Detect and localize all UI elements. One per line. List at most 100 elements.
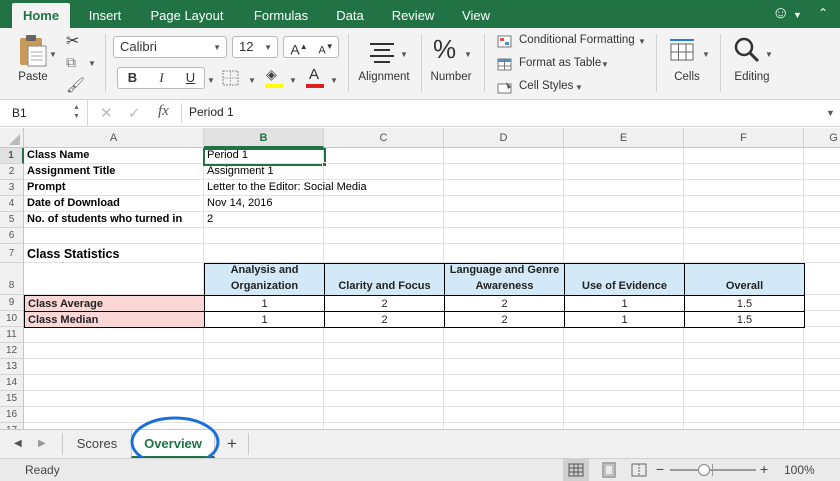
tab-review[interactable]: Review [382, 3, 444, 28]
cell-a7-class-statistics[interactable]: Class Statistics [24, 245, 204, 263]
font-color-button[interactable]: A [304, 66, 326, 90]
row-header[interactable]: 16 [0, 407, 24, 423]
cell-a10-class-median[interactable]: Class Median [24, 311, 205, 328]
page-break-view-button[interactable] [626, 459, 652, 481]
stats-header-overall[interactable]: Overall [684, 263, 805, 296]
formula-input[interactable]: Period 1 [182, 100, 822, 126]
tab-data[interactable]: Data [328, 3, 372, 28]
collapse-ribbon-icon[interactable]: ⌃ [818, 6, 828, 20]
column-header-b[interactable]: B [204, 128, 324, 148]
column-header-e[interactable]: E [564, 128, 684, 148]
scroll-right-arrow-icon[interactable]: ▶ [38, 438, 46, 449]
stats-header-evidence[interactable]: Use of Evidence [564, 263, 685, 296]
column-header-d[interactable]: D [444, 128, 564, 148]
column-header-c[interactable]: C [324, 128, 444, 148]
stats-header-analysis[interactable]: Analysis and Organization [204, 263, 325, 296]
tab-page-layout[interactable]: Page Layout [140, 3, 234, 28]
number-dropdown-icon[interactable]: ▼ [464, 50, 472, 59]
conditional-formatting-button[interactable]: Conditional Formatting ▼ [497, 33, 647, 51]
tab-formulas[interactable]: Formulas [244, 3, 318, 28]
cell-b4[interactable]: Nov 14, 2016 [204, 197, 324, 212]
shrink-font-button[interactable]: A▼ [313, 37, 339, 61]
tab-home[interactable]: Home [12, 3, 70, 28]
row-header[interactable]: 13 [0, 359, 24, 375]
grow-font-button[interactable]: A▲ [286, 37, 312, 60]
cell-b5[interactable]: 2 [204, 213, 324, 228]
insert-function-fx-icon[interactable]: fx [158, 103, 169, 120]
cell-a4[interactable]: Date of Download [24, 197, 204, 212]
borders-button[interactable] [220, 68, 244, 88]
font-name-select[interactable]: Calibri ▼ [113, 36, 227, 58]
table-cell[interactable]: 1 [204, 295, 325, 312]
cell-a9-class-average[interactable]: Class Average [24, 295, 205, 312]
percent-icon[interactable]: % [433, 34, 456, 65]
bold-button[interactable]: B [118, 68, 147, 88]
editing-button[interactable] [732, 36, 762, 64]
cell-a1[interactable]: Class Name [24, 149, 204, 164]
row-header[interactable]: 12 [0, 343, 24, 359]
zoom-in-button[interactable]: + [760, 461, 768, 477]
worksheet-grid[interactable]: A B C D E F G 1 2 3 4 5 6 7 8 9 10 11 12… [0, 128, 840, 429]
alignment-dropdown-icon[interactable]: ▼ [400, 50, 408, 59]
cell-a3[interactable]: Prompt [24, 181, 204, 196]
copy-icon[interactable]: ⧉ [66, 54, 76, 71]
row-header[interactable]: 6 [0, 228, 24, 244]
row-header[interactable]: 5 [0, 212, 24, 228]
table-cell[interactable]: 2 [324, 295, 445, 312]
zoom-level[interactable]: 100% [784, 463, 815, 477]
cell-a2[interactable]: Assignment Title [24, 165, 204, 180]
table-cell[interactable]: 2 [324, 311, 445, 328]
editing-dropdown-icon[interactable]: ▼ [765, 50, 773, 59]
row-header[interactable]: 3 [0, 180, 24, 196]
cell-styles-button[interactable]: Cell Styles ▼ [497, 79, 647, 97]
scroll-left-arrow-icon[interactable]: ◀ [14, 438, 22, 449]
font-color-dropdown-icon[interactable]: ▼ [330, 76, 338, 85]
row-header[interactable]: 11 [0, 327, 24, 343]
row-header[interactable]: 4 [0, 196, 24, 212]
cells-dropdown-icon[interactable]: ▼ [702, 50, 710, 59]
zoom-out-button[interactable]: − [656, 461, 664, 477]
column-header-a[interactable]: A [24, 128, 204, 148]
font-size-select[interactable]: 12 ▼ [232, 36, 278, 58]
chevron-down-icon[interactable]: ▼ [793, 10, 802, 20]
column-header-f[interactable]: F [684, 128, 804, 148]
cell-b3[interactable]: Letter to the Editor: Social Media [204, 181, 444, 196]
cut-scissors-icon[interactable]: ✂ [66, 31, 79, 51]
fill-color-dropdown-icon[interactable]: ▼ [289, 76, 297, 85]
row-header[interactable]: 14 [0, 375, 24, 391]
copy-dropdown-icon[interactable]: ▼ [88, 59, 96, 68]
format-painter-brush-icon[interactable]: 🖌 [66, 76, 85, 94]
cells-button[interactable] [668, 36, 698, 62]
column-header-g[interactable]: G [804, 128, 840, 148]
cell-b2[interactable]: Assignment 1 [204, 165, 324, 180]
underline-dropdown-icon[interactable]: ▼ [207, 76, 215, 85]
paste-dropdown-icon[interactable]: ▼ [49, 50, 57, 59]
table-cell[interactable]: 2 [444, 311, 565, 328]
row-header[interactable]: 15 [0, 391, 24, 407]
select-all-corner[interactable] [0, 128, 24, 148]
fill-handle[interactable] [322, 162, 327, 167]
row-header[interactable]: 9 [0, 295, 24, 311]
row-header[interactable]: 10 [0, 311, 24, 327]
tab-view[interactable]: View [454, 3, 498, 28]
italic-button[interactable]: I [147, 68, 176, 88]
sheet-tab-scores[interactable]: Scores [64, 430, 130, 458]
zoom-slider-thumb[interactable] [698, 464, 711, 476]
table-cell[interactable]: 1.5 [684, 311, 805, 328]
smiley-feedback-icon[interactable]: ☺ [772, 3, 789, 23]
format-as-table-button[interactable]: Format as Table ▼ [497, 56, 647, 74]
stats-header-language[interactable]: Language and Genre Awareness [444, 263, 565, 296]
zoom-slider-track[interactable] [670, 469, 756, 471]
row-header[interactable]: 7 [0, 244, 24, 263]
table-cell[interactable]: 1 [204, 311, 325, 328]
row-header[interactable]: 2 [0, 164, 24, 180]
name-box-stepper-icon[interactable]: ▲ ▼ [73, 103, 80, 121]
cancel-x-icon[interactable]: ✕ [100, 104, 113, 122]
name-box[interactable]: B1 ▲ ▼ [0, 100, 88, 126]
enter-check-icon[interactable]: ✓ [128, 104, 141, 122]
stats-header-clarity[interactable]: Clarity and Focus [324, 263, 445, 296]
expand-formula-bar-icon[interactable]: ▼ [826, 108, 835, 118]
paste-button[interactable] [14, 34, 50, 68]
fill-color-button[interactable]: ◈ [262, 66, 286, 90]
row-header[interactable]: 8 [0, 263, 24, 295]
